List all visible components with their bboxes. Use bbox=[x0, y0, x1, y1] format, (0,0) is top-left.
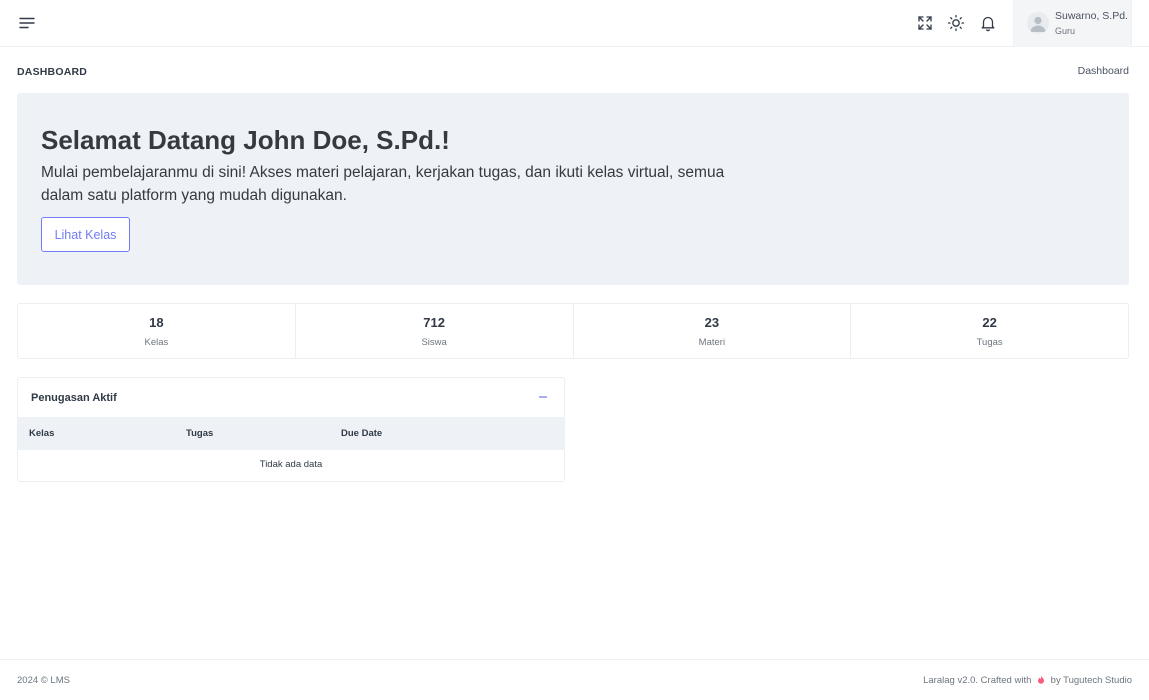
welcome-text: Mulai pembelajaranmu di sini! Akses mate… bbox=[41, 164, 725, 204]
card-title: Penugasan Aktif bbox=[31, 392, 117, 404]
stat-kelas: 18 Kelas bbox=[18, 304, 296, 358]
fire-icon bbox=[1037, 675, 1045, 684]
footer: 2024 © LMS Laralag v2.0. Crafted with by… bbox=[0, 659, 1149, 700]
assignments-table: Kelas Tugas Due Date Tidak ada data bbox=[18, 417, 564, 480]
stat-label: Tugas bbox=[976, 337, 1003, 348]
stat-label: Materi bbox=[698, 337, 726, 348]
table-header: Kelas Tugas Due Date bbox=[18, 417, 564, 450]
active-assignments-card: Penugasan Aktif Kelas Tugas Due Date Tid… bbox=[17, 377, 565, 482]
stats-bar: 18 Kelas 712 Siswa 23 Materi 22 Tugas bbox=[17, 303, 1129, 359]
stat-value: 18 bbox=[149, 315, 164, 330]
user-name: Suwarno, S.Pd. bbox=[1055, 10, 1128, 22]
copyright-text: 2024 © LMS bbox=[17, 675, 70, 686]
page-title: DASHBOARD bbox=[17, 66, 88, 78]
avatar bbox=[1027, 12, 1049, 34]
menu-icon[interactable] bbox=[18, 15, 36, 31]
stat-siswa: 712 Siswa bbox=[296, 304, 574, 358]
welcome-banner: Selamat Datang John Doe, S.Pd.! Mulai pe… bbox=[17, 93, 1129, 285]
credits-text: Laralag v2.0. Crafted with by Tugutech S… bbox=[923, 675, 1132, 686]
column-header-tugas[interactable]: Tugas bbox=[186, 428, 213, 439]
fullscreen-icon[interactable] bbox=[916, 14, 934, 32]
stat-value: 23 bbox=[704, 315, 720, 330]
user-menu[interactable]: Suwarno, S.Pd. Guru bbox=[1013, 0, 1132, 47]
empty-state-text: Tidak ada data bbox=[259, 459, 323, 470]
stat-materi: 23 Materi bbox=[574, 304, 852, 358]
stat-label: Siswa bbox=[421, 337, 447, 348]
breadcrumb[interactable]: Dashboard bbox=[1078, 65, 1129, 77]
credits-suffix: by Tugutech Studio bbox=[1050, 675, 1132, 686]
table-row: Tidak ada data bbox=[18, 450, 564, 480]
bell-icon[interactable] bbox=[979, 14, 997, 32]
stat-tugas: 22 Tugas bbox=[851, 304, 1128, 358]
welcome-title: Selamat Datang John Doe, S.Pd.! bbox=[41, 125, 450, 155]
user-role: Guru bbox=[1055, 26, 1076, 36]
stat-value: 22 bbox=[982, 315, 997, 330]
sun-icon[interactable] bbox=[947, 14, 965, 32]
column-header-kelas[interactable]: Kelas bbox=[29, 428, 54, 439]
collapse-icon[interactable] bbox=[537, 390, 549, 402]
credits-prefix: Laralag v2.0. Crafted with bbox=[923, 675, 1032, 686]
stat-value: 712 bbox=[423, 315, 445, 330]
view-classes-button[interactable]: Lihat Kelas bbox=[41, 217, 130, 252]
column-header-due-date[interactable]: Due Date bbox=[341, 428, 382, 439]
topbar: Suwarno, S.Pd. Guru bbox=[0, 0, 1149, 47]
stat-label: Kelas bbox=[144, 337, 169, 348]
